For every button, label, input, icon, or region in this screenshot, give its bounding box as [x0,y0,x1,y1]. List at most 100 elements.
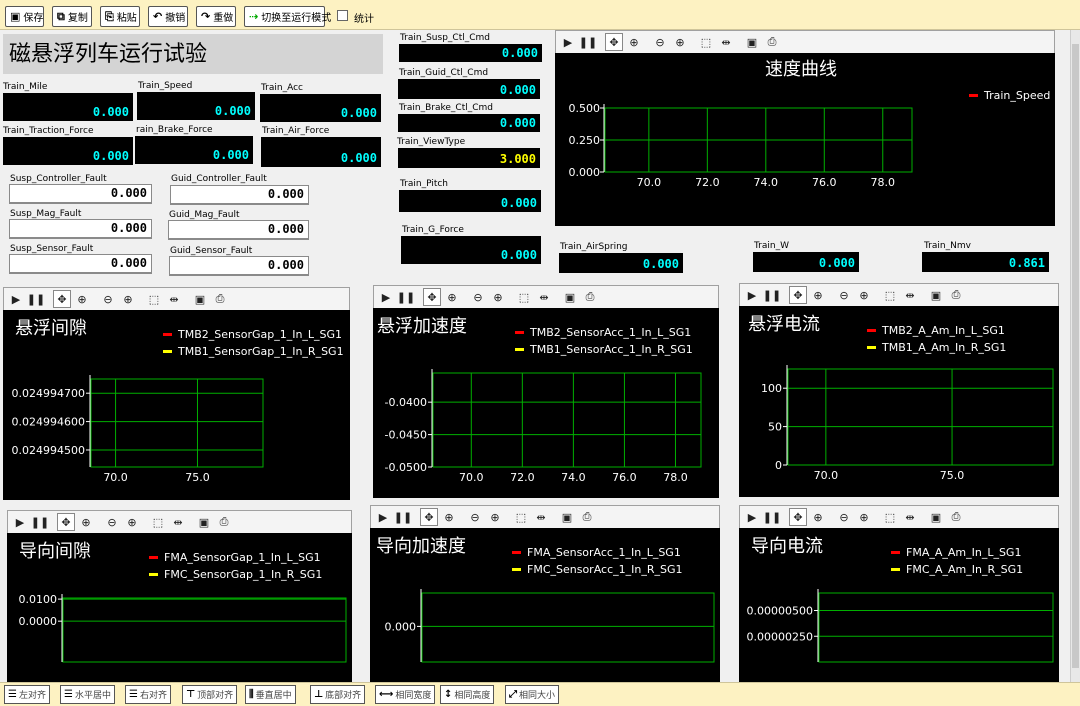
zoom-in-icon[interactable]: ⊕ [855,286,873,304]
pause-icon[interactable]: ❚❚ [27,290,45,308]
play-icon[interactable]: ▶ [11,513,29,531]
train-pitch-label: Train_Pitch [400,179,449,189]
align-right-button[interactable]: ☰ 右对齐 [125,685,171,704]
zoom-in-icon[interactable]: ⊕ [486,508,504,526]
save-icon[interactable]: ▣ [927,508,945,526]
pause-icon[interactable]: ❚❚ [31,513,49,531]
train-w-label: Train_W [754,241,789,251]
zoom-area-icon[interactable]: ⊕ [625,33,643,51]
zoom-in-icon[interactable]: ⊕ [855,508,873,526]
align-hcenter-button[interactable]: ☰ 水平居中 [60,685,115,704]
fit-icon[interactable]: ⇹ [169,513,187,531]
print-icon[interactable]: ⎙ [763,33,781,51]
zoom-in-icon[interactable]: ⊕ [119,290,137,308]
paste-button[interactable]: ⎘ 粘贴 [100,6,140,27]
align-hcenter-icon: ☰ [64,689,73,700]
redo-button[interactable]: ↷ 重做 [196,6,236,27]
print-icon[interactable]: ⎙ [578,508,596,526]
chart-panel-2: ▶ ❚❚ ✥ ⊕ ⊖ ⊕ ⬚ ⇹ ▣ ⎙ 悬浮加速度 TMB2_SensorAcc_1_In_L_SG… [373,285,719,498]
same-height-button[interactable]: ↕ 相同高度 [440,685,495,704]
zoom-in-icon[interactable]: ⊕ [489,288,507,306]
save-icon[interactable]: ▣ [561,288,579,306]
fit-icon[interactable]: ⇹ [901,286,919,304]
print-icon[interactable]: ⎙ [581,288,599,306]
vertical-scrollbar[interactable] [1070,30,1080,682]
same-size-button[interactable]: ⤢ 相同大小 [505,685,560,704]
align-left-button[interactable]: ☰ 左对齐 [4,685,50,704]
undo-icon: ↶ [153,10,163,23]
pan-icon[interactable]: ✥ [53,290,71,308]
zoom-area-icon[interactable]: ⊕ [440,508,458,526]
train-w-value: 0.000 [753,252,859,272]
zoom-in-icon[interactable]: ⊕ [123,513,141,531]
fit-icon[interactable]: ⇹ [901,508,919,526]
print-icon[interactable]: ⎙ [211,290,229,308]
zoom-out-icon[interactable]: ⊖ [651,33,669,51]
x-tick-label: 72.0 [695,176,720,189]
chart-area: 导向间隙 FMA_SensorGap_1_In_L_SG1 FMC_SensorGa… [7,533,352,682]
align-bottom-button[interactable]: ⊥ 底部对齐 [310,685,366,704]
zoom-area-icon[interactable]: ⊕ [73,290,91,308]
pause-icon[interactable]: ❚❚ [579,33,597,51]
align-vcenter-button[interactable]: ⫼ 垂直居中 [245,685,296,704]
pan-icon[interactable]: ✥ [57,513,75,531]
fit-icon[interactable]: ⇹ [535,288,553,306]
select-box-icon[interactable]: ⬚ [512,508,530,526]
pause-icon[interactable]: ❚❚ [397,288,415,306]
same-width-button[interactable]: ⟷ 相同宽度 [375,685,436,704]
play-icon[interactable]: ▶ [374,508,392,526]
fit-icon[interactable]: ⇹ [717,33,735,51]
select-box-icon[interactable]: ⬚ [881,286,899,304]
save-button[interactable]: ▣ 保存 [5,6,44,27]
play-icon[interactable]: ▶ [559,33,577,51]
chart-plot: 0.000 [385,589,715,663]
zoom-area-icon[interactable]: ⊕ [77,513,95,531]
zoom-out-icon[interactable]: ⊖ [103,513,121,531]
pause-icon[interactable]: ❚❚ [394,508,412,526]
pause-icon[interactable]: ❚❚ [763,508,781,526]
select-box-icon[interactable]: ⬚ [697,33,715,51]
select-box-icon[interactable]: ⬚ [515,288,533,306]
zoom-out-icon[interactable]: ⊖ [835,286,853,304]
print-icon[interactable]: ⎙ [215,513,233,531]
save-icon[interactable]: ▣ [558,508,576,526]
pan-icon[interactable]: ✥ [789,508,807,526]
print-icon[interactable]: ⎙ [947,508,965,526]
zoom-area-icon[interactable]: ⊕ [809,508,827,526]
stats-checkbox[interactable] [337,10,348,21]
zoom-area-icon[interactable]: ⊕ [443,288,461,306]
run-mode-button[interactable]: ⇢ 切换至运行模式 [244,6,331,27]
zoom-out-icon[interactable]: ⊖ [99,290,117,308]
select-box-icon[interactable]: ⬚ [145,290,163,308]
fit-icon[interactable]: ⇹ [165,290,183,308]
select-box-icon[interactable]: ⬚ [149,513,167,531]
play-icon[interactable]: ▶ [7,290,25,308]
copy-button[interactable]: ⧉ 复制 [52,6,92,27]
save-icon[interactable]: ▣ [191,290,209,308]
x-tick-label: 75.0 [185,471,210,484]
y-tick-label: 50 [768,421,782,434]
pan-icon[interactable]: ✥ [420,508,438,526]
zoom-area-icon[interactable]: ⊕ [809,286,827,304]
fit-icon[interactable]: ⇹ [532,508,550,526]
pan-icon[interactable]: ✥ [605,33,623,51]
play-icon[interactable]: ▶ [743,508,761,526]
pan-icon[interactable]: ✥ [423,288,441,306]
save-icon[interactable]: ▣ [195,513,213,531]
plot-frame [787,368,1054,466]
pan-icon[interactable]: ✥ [789,286,807,304]
undo-button[interactable]: ↶ 撤销 [148,6,188,27]
save-icon[interactable]: ▣ [743,33,761,51]
zoom-out-icon[interactable]: ⊖ [466,508,484,526]
scrollbar-thumb[interactable] [1072,44,1079,668]
save-icon[interactable]: ▣ [927,286,945,304]
zoom-out-icon[interactable]: ⊖ [835,508,853,526]
pause-icon[interactable]: ❚❚ [763,286,781,304]
print-icon[interactable]: ⎙ [947,286,965,304]
zoom-out-icon[interactable]: ⊖ [469,288,487,306]
select-box-icon[interactable]: ⬚ [881,508,899,526]
play-icon[interactable]: ▶ [743,286,761,304]
zoom-in-icon[interactable]: ⊕ [671,33,689,51]
align-top-button[interactable]: ⊤ 顶部对齐 [182,685,238,704]
play-icon[interactable]: ▶ [377,288,395,306]
